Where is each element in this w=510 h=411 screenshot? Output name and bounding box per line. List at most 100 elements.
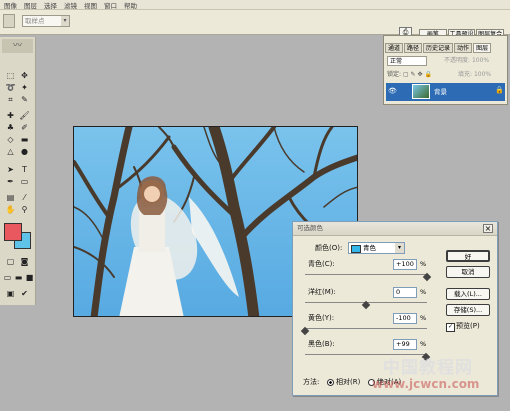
tab-channels[interactable]: 通道 — [385, 43, 404, 53]
watermark-url: www.jcwcn.com — [372, 377, 480, 391]
lock-transparency-icon[interactable]: ▢ — [403, 71, 409, 78]
slider-label: 黄色(Y): — [308, 314, 335, 322]
menu-bar: 图像 图层 选择 滤镜 视图 窗口 帮助 — [0, 0, 510, 10]
brush-tool-icon[interactable]: 🖌 — [18, 111, 31, 121]
slider-label: 黑色(B): — [308, 340, 335, 348]
notes-tool-icon[interactable]: ▤ — [4, 193, 17, 203]
gradient-tool-icon[interactable]: ▬ — [18, 135, 31, 145]
menu-window[interactable]: 窗口 — [104, 0, 117, 10]
marquee-tool-icon[interactable]: ⬚ — [4, 71, 17, 81]
tab-layers[interactable]: 图层 — [473, 43, 492, 53]
toolbox: 〰 ⬚ ✥ ➰ ✦ ⌗ ✎ ✚ 🖌 ♣ ✐ ◇ ▬ △ ● ➤ T ✒ ▭ ▤ … — [0, 37, 36, 305]
crop-tool-icon[interactable]: ⌗ — [4, 95, 17, 105]
percent-unit: % — [420, 314, 427, 322]
preview-checkbox[interactable]: ✓ — [446, 323, 455, 332]
chevron-down-icon[interactable]: ▾ — [61, 16, 69, 26]
menu-view[interactable]: 视图 — [84, 0, 97, 10]
method-relative-radio[interactable] — [327, 379, 334, 386]
chevron-down-icon[interactable]: ▾ — [395, 243, 404, 253]
save-button[interactable]: 存储(S)... — [446, 304, 490, 316]
shape-tool-icon[interactable]: ▭ — [18, 177, 31, 187]
opacity-label: 不透明度: — [444, 57, 471, 64]
colors-label: 颜色(O): — [315, 244, 343, 252]
tab-history[interactable]: 历史记录 — [423, 43, 454, 53]
close-icon[interactable]: × — [483, 224, 493, 233]
screen-mode-full-icon[interactable]: ■ — [23, 273, 36, 283]
lock-icon: 🔒 — [495, 86, 504, 94]
standard-mode-icon[interactable]: ▢ — [4, 257, 17, 267]
layers-panel: 通道 路径 历史记录 动作 图层 正常 不透明度: 100% 锁定: ▢ ✎ ✥… — [383, 35, 508, 105]
feather-logo-icon: 〰 — [2, 39, 33, 53]
foreground-color-swatch[interactable] — [4, 223, 22, 241]
dialog-title: 可选颜色 — [297, 224, 323, 232]
slider-label: 洋红(M): — [308, 288, 336, 296]
preview-label: 预览(P) — [456, 322, 480, 330]
percent-unit: % — [420, 340, 427, 348]
type-tool-icon[interactable]: T — [18, 165, 31, 175]
path-selection-tool-icon[interactable]: ➤ — [4, 165, 17, 175]
lock-all-icon[interactable]: 🔒 — [424, 71, 431, 78]
pen-tool-icon[interactable]: ✒ — [4, 177, 17, 187]
dodge-tool-icon[interactable]: ● — [18, 147, 31, 157]
percent-unit: % — [420, 288, 427, 296]
menu-image[interactable]: 图像 — [4, 0, 17, 10]
lock-pixels-icon[interactable]: ✎ — [411, 71, 416, 78]
slider-thumb[interactable] — [422, 272, 432, 282]
edit-icon[interactable]: ✔ — [18, 289, 31, 299]
menu-layer[interactable]: 图层 — [24, 0, 37, 10]
layer-thumbnail — [412, 84, 430, 99]
cancel-button[interactable]: 取消 — [446, 266, 490, 278]
move-tool-icon[interactable]: ✥ — [18, 71, 31, 81]
quick-mask-mode-icon[interactable]: ◙ — [18, 257, 31, 267]
magic-wand-tool-icon[interactable]: ✦ — [18, 83, 31, 93]
clone-stamp-tool-icon[interactable]: ♣ — [4, 123, 17, 133]
healing-brush-tool-icon[interactable]: ✚ — [4, 111, 17, 121]
slider-track[interactable] — [305, 328, 427, 329]
tab-actions[interactable]: 动作 — [454, 43, 473, 53]
slice-tool-icon[interactable]: ✎ — [18, 95, 31, 105]
eye-icon[interactable]: 👁 — [388, 87, 397, 95]
lock-position-icon[interactable]: ✥ — [418, 71, 423, 78]
tab-paths[interactable]: 路径 — [404, 43, 423, 53]
cyan-color-swatch — [351, 245, 361, 253]
load-button[interactable]: 载入(L)... — [446, 288, 490, 300]
slider-value-input[interactable]: -100 — [393, 313, 417, 324]
dialog-titlebar[interactable]: 可选颜色 × — [293, 222, 497, 236]
eraser-tool-icon[interactable]: ◇ — [4, 135, 17, 145]
colors-select-value: 青色 — [363, 244, 376, 252]
ok-button[interactable]: 好 — [446, 250, 490, 262]
method-relative-label: 相对(R) — [336, 378, 361, 386]
blend-mode-select[interactable]: 正常 — [387, 56, 427, 66]
history-brush-tool-icon[interactable]: ✐ — [18, 123, 31, 133]
zoom-tool-icon[interactable]: ⚲ — [18, 205, 31, 215]
lock-controls: 锁定: ▢ ✎ ✥ 🔒 — [387, 70, 432, 80]
fill-field[interactable]: 填充: 100% — [458, 70, 491, 80]
fill-value[interactable]: 100% — [474, 71, 491, 78]
percent-unit: % — [420, 260, 427, 268]
menu-filter[interactable]: 滤镜 — [64, 0, 77, 10]
slider-track[interactable] — [305, 274, 427, 275]
tool-preset-picker[interactable] — [3, 14, 15, 28]
menu-help[interactable]: 帮助 — [124, 0, 137, 10]
opacity-field[interactable]: 不透明度: 100% — [444, 56, 489, 66]
panel-tabs: 通道 路径 历史记录 动作 图层 — [385, 43, 506, 53]
fill-label: 填充: — [458, 71, 473, 78]
options-bar: 取样点 ▾ ⎙ 画笔 工具预设 图层复合 — [0, 10, 510, 39]
opacity-value[interactable]: 100% — [472, 57, 489, 64]
watermark-text: 中国教程网 — [383, 358, 473, 378]
lasso-tool-icon[interactable]: ➰ — [4, 83, 17, 93]
slider-label: 青色(C): — [308, 260, 335, 268]
slider-value-input[interactable]: +99 — [393, 339, 417, 350]
blur-tool-icon[interactable]: △ — [4, 147, 17, 157]
eyedropper-tool-icon[interactable]: ⁄ — [18, 193, 31, 203]
jump-to-imageready-icon[interactable]: ▣ — [4, 289, 17, 299]
hand-tool-icon[interactable]: ✋ — [4, 205, 17, 215]
menu-select[interactable]: 选择 — [44, 0, 57, 10]
colors-select[interactable]: 青色 ▾ — [348, 242, 405, 254]
slider-value-input[interactable]: +100 — [393, 259, 417, 270]
layer-row[interactable]: 👁 背景 🔒 — [386, 83, 505, 101]
slider-value-input[interactable]: 0 — [393, 287, 417, 298]
lock-label: 锁定: — [387, 71, 402, 78]
method-label: 方法: — [303, 378, 320, 386]
layer-name: 背景 — [434, 88, 447, 96]
